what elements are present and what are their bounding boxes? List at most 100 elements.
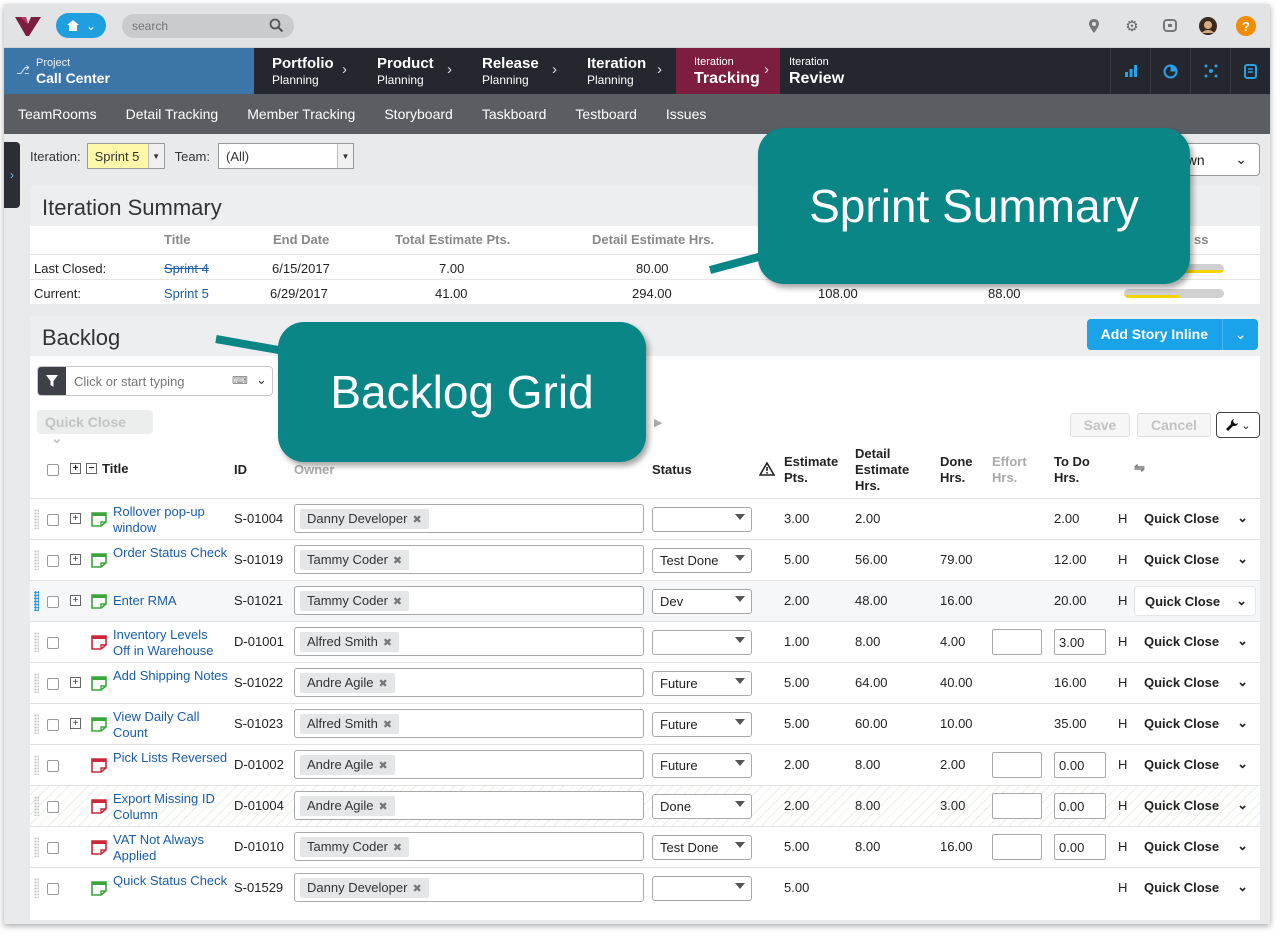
remove-owner-icon[interactable]: ✖ [393,596,402,608]
row-checkbox[interactable] [47,842,59,854]
tab-iteration-tracking[interactable]: Iteration Tracking › [676,48,780,94]
row-checkbox[interactable] [47,596,59,608]
remove-owner-icon[interactable]: ✖ [393,555,402,567]
quick-close-button[interactable]: Quick Close ⌄ [1134,873,1256,903]
col-effort-hrs[interactable]: Effort Hrs. [992,454,1032,486]
owner-field[interactable]: Danny Developer ✖ [294,873,644,902]
drag-handle[interactable] [34,673,39,693]
subnav-detail-tracking[interactable]: Detail Tracking [126,106,219,122]
subnav-taskboard[interactable]: Taskboard [482,106,547,122]
owner-field[interactable]: Tammy Coder ✖ [294,586,644,615]
project-selector[interactable]: ⎇ Project Call Center [4,48,254,94]
col-id[interactable]: ID [234,462,247,478]
tab-portfolio-planning[interactable]: Portfolio Planning › [254,48,358,94]
iteration-select[interactable]: Sprint 5 ▼ [86,143,165,169]
remove-owner-icon[interactable]: ✖ [379,760,388,772]
table-row[interactable]: Inventory Levels Off in Warehouse D-01001… [30,621,1260,662]
row-checkbox[interactable] [47,514,59,526]
gear-icon[interactable]: ⚙ [1122,16,1142,36]
owner-field[interactable]: Tammy Coder ✖ [294,545,644,574]
drag-handle[interactable] [34,509,39,529]
col-estimate-pts[interactable]: Estimate Pts. [784,454,844,486]
chevron-down-icon[interactable]: ⌄ [256,372,267,388]
grid-settings-button[interactable]: ⌄ [1216,412,1260,438]
keyboard-icon[interactable]: ⌨ [232,374,248,387]
drag-handle[interactable] [34,550,39,570]
owner-field[interactable]: Andre Agile ✖ [294,668,644,697]
quick-close-button[interactable]: Quick Close ⌄ [1134,750,1256,780]
remove-owner-icon[interactable]: ✖ [383,719,392,731]
row-title-link[interactable]: VAT Not Always Applied [113,832,228,864]
add-story-menu-button[interactable]: ⌄ [1222,319,1258,350]
drag-handle[interactable] [34,591,39,611]
status-select[interactable]: Test Done [652,835,752,860]
subnav-teamrooms[interactable]: TeamRooms [18,106,97,122]
table-row[interactable]: VAT Not Always Applied D-01010 Tammy Coder… [30,826,1260,867]
status-select[interactable]: Future [652,753,752,778]
drag-handle[interactable] [34,796,39,816]
quick-close-button[interactable]: Quick Close ⌄ [1134,627,1256,657]
table-row[interactable]: + Add Shipping Notes S-01022 Andre Agile ✖ Fu… [30,662,1260,703]
effort-input[interactable] [992,629,1042,655]
status-select[interactable] [652,507,752,532]
add-story-inline-button[interactable]: Add Story Inline [1086,319,1222,350]
table-row[interactable]: + View Daily Call Count S-01023 Alfred Smit… [30,703,1260,744]
owner-field[interactable]: Alfred Smith ✖ [294,627,644,656]
row-title-link[interactable]: Export Missing ID Column [113,791,228,823]
expand-all-icon[interactable]: + [70,463,81,474]
save-button[interactable]: Save [1070,413,1130,437]
effort-input[interactable] [992,793,1042,819]
remove-owner-icon[interactable]: ✖ [379,801,388,813]
row-checkbox[interactable] [47,637,59,649]
team-select[interactable]: (All) ▼ [218,143,354,169]
tab-product-planning[interactable]: Product Planning › [359,48,463,94]
expand-row-icon[interactable]: + [70,677,81,688]
row-checkbox[interactable] [47,555,59,567]
summary-sprint-link[interactable]: Sprint 5 [164,286,209,301]
sync-icon[interactable]: ⇋ [1134,460,1145,476]
owner-field[interactable]: Tammy Coder ✖ [294,832,644,861]
drag-handle[interactable] [34,755,39,775]
expand-row-icon[interactable]: + [70,513,81,524]
collapse-all-icon[interactable]: − [86,463,97,474]
row-checkbox[interactable] [47,678,59,690]
status-select[interactable]: Dev [652,589,752,614]
todo-input[interactable]: 3.00 [1054,629,1106,655]
quick-close-button[interactable]: Quick Close ⌄ [1134,668,1256,698]
remove-owner-icon[interactable]: ✖ [379,678,388,690]
row-title-link[interactable]: Enter RMA [113,593,228,609]
table-row[interactable]: Pick Lists Reversed D-01002 Andre Agile ✖ Fu… [30,744,1260,785]
search-input[interactable] [132,17,262,35]
chevron-down-icon[interactable]: ⌄ [1237,879,1248,895]
subnav-issues[interactable]: Issues [666,106,706,122]
pie-chart-icon[interactable] [1150,48,1190,94]
chevron-down-icon[interactable]: ⌄ [1237,797,1248,813]
status-select[interactable]: Future [652,712,752,737]
row-title-link[interactable]: Rollover pop-up window [113,504,228,536]
quick-close-button[interactable]: Quick Close ⌄ [1134,709,1256,739]
drag-handle[interactable] [34,878,39,898]
subnav-testboard[interactable]: Testboard [575,106,636,122]
owner-field[interactable]: Andre Agile ✖ [294,750,644,779]
quick-close-button[interactable]: Quick Close ⌄ [1134,791,1256,821]
chat-icon[interactable] [1160,16,1180,36]
chevron-down-icon[interactable]: ⌄ [1237,715,1248,731]
quick-close-button[interactable]: Quick Close ⌄ [1134,586,1256,616]
select-all-checkbox[interactable] [47,464,59,476]
expand-row-icon[interactable]: + [70,718,81,729]
tab-iteration-planning[interactable]: Iteration Planning › [569,48,675,94]
remove-owner-icon[interactable]: ✖ [412,514,421,526]
chevron-down-icon[interactable]: ⌄ [1237,674,1248,690]
todo-input[interactable]: 0.00 [1054,752,1106,778]
quick-close-button[interactable]: Quick Close ⌄ [1134,832,1256,862]
drag-handle[interactable] [34,632,39,652]
notes-icon[interactable] [1230,48,1270,94]
row-checkbox[interactable] [47,801,59,813]
backlog-filter[interactable]: ⌨ ⌄ [37,366,273,396]
filter-icon[interactable] [38,367,66,395]
owner-field[interactable]: Danny Developer ✖ [294,504,644,533]
remove-owner-icon[interactable]: ✖ [393,842,402,854]
table-row[interactable]: + Rollover pop-up window S-01004 Danny Deve… [30,498,1260,539]
status-select[interactable]: Future [652,671,752,696]
drag-handle[interactable] [34,714,39,734]
